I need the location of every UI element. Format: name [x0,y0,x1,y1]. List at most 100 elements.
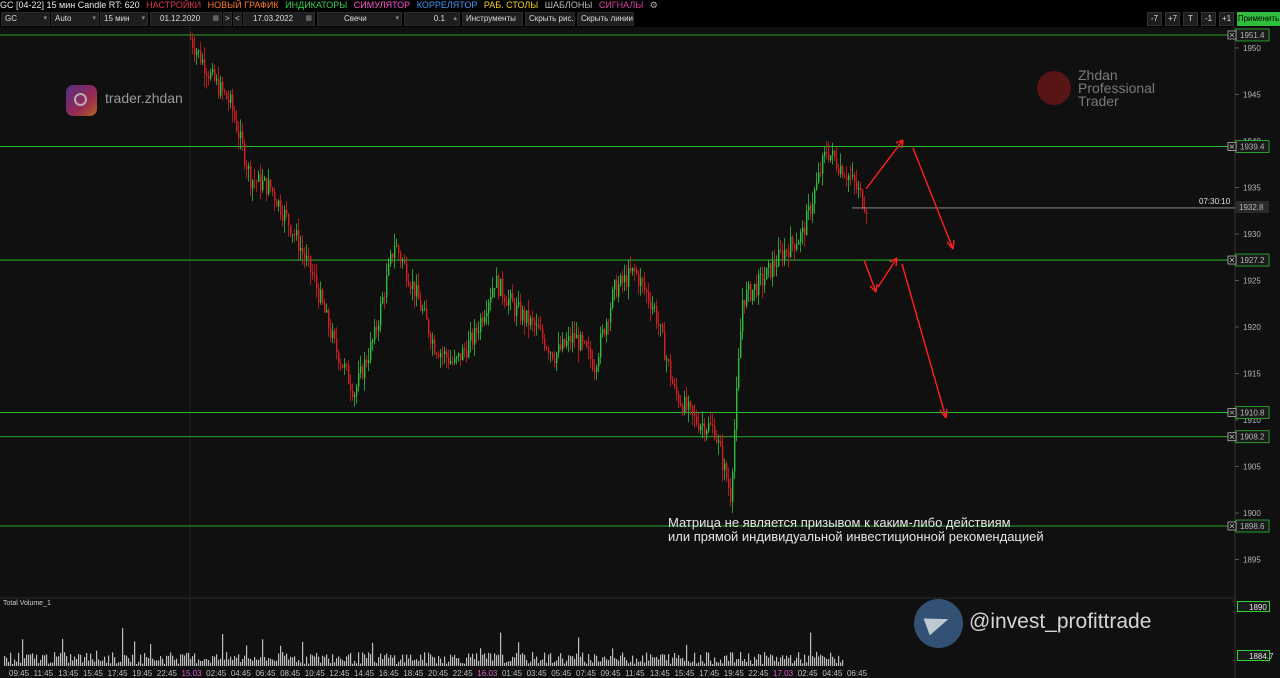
candle-body [352,390,354,398]
gear-icon[interactable]: ⚙ [650,0,658,11]
candle-body [490,296,492,303]
instrument-select[interactable]: GC ▾ [1,12,50,26]
volume-bar [200,660,202,666]
candle-body [642,278,644,283]
candle-body [660,324,662,326]
tools-button[interactable]: Инструменты [462,12,523,26]
volume-bar [708,652,710,666]
candle-body [556,352,558,364]
apply-button[interactable]: Применить [1237,12,1280,26]
candle-body [652,306,654,310]
volume-bar [646,652,648,666]
volume-bar [656,656,658,666]
scale-select[interactable]: Auto ▾ [51,12,99,26]
disclaimer-line-1: Матрица не является призывом к каким-либ… [668,515,1011,530]
level-label: 1951.4 [1240,31,1265,40]
volume-bar [676,658,678,666]
today-button[interactable]: T [1183,12,1198,26]
candle-body [266,177,268,195]
volume-bar [458,658,460,666]
volume-bar [804,654,806,666]
volume-bar [658,659,660,666]
volume-bar [810,632,812,666]
volume-bar [54,652,56,666]
volume-bar [724,655,726,666]
volume-bar [390,654,392,666]
candle-body [362,366,364,379]
volume-bar [22,639,24,666]
timeframe-select[interactable]: 15 мин ▾ [100,12,148,26]
volume-bar [74,656,76,666]
hide-drawings-button[interactable]: Скрыть рис. [525,12,575,26]
candle-body [340,363,342,365]
menu-signals[interactable]: СИГНАЛЫ [599,0,643,11]
volume-bar [832,656,834,666]
volume-bar [556,660,558,666]
date-from-value: 01.12.2020 [160,14,201,23]
volume-bar [398,661,400,666]
volume-bar [318,656,320,666]
volume-bar [672,657,674,666]
volume-bar [262,639,264,666]
candle-body [692,405,694,414]
volume-bar [474,659,476,666]
volume-bar [722,663,724,666]
shift-plus1-button[interactable]: +1 [1219,12,1234,26]
candle-body [782,250,784,260]
y-tick-label: 1900 [1243,509,1261,518]
candle-body [486,312,488,317]
volume-bar [76,658,78,666]
menu-settings[interactable]: НАСТРОЙКИ [146,0,201,11]
date-from-field[interactable]: 01.12.2020 ▦ [150,12,222,26]
menu-templates[interactable]: ШАБЛОНЫ [545,0,593,11]
step-field[interactable]: 0.1 ▴ [404,12,460,26]
volume-bar [156,660,158,666]
volume-bar [814,657,816,666]
menu-correlator[interactable]: КОРРЕЛЯТОР [417,0,478,11]
candle-body [258,173,260,182]
hide-lines-button[interactable]: Скрыть линии [577,12,634,26]
volume-bar [536,656,538,666]
level-label: 1898.6 [1240,522,1265,531]
date-forward-button[interactable]: > [223,12,232,26]
volume-bar [594,654,596,666]
candle-body [518,302,520,305]
candle-body [736,387,738,430]
volume-bar [250,658,252,666]
menu-indicators[interactable]: ИНДИКАТОРЫ [285,0,347,11]
volume-level-label-2: 1884.7 [1237,650,1273,661]
candle-body [322,289,324,303]
candle-body [590,348,592,360]
candle-body [592,359,594,370]
candle-body [730,487,732,502]
volume-bar [674,652,676,666]
candle-body [356,386,358,396]
candle-body [786,249,788,252]
candle-body [312,272,314,275]
menu-simulator[interactable]: СИМУЛЯТОР [354,0,410,11]
volume-bar [766,655,768,666]
candle-body [448,357,450,364]
volume-bar [356,663,358,666]
menu-new-chart[interactable]: НОВЫЙ ГРАФИК [208,0,279,11]
volume-bar [600,661,602,666]
candle-body [460,353,462,361]
youtube-channel-name: Zhdan Professional Trader [1078,68,1188,108]
shift-plus7-button[interactable]: +7 [1165,12,1180,26]
candle-body [450,361,452,364]
date-back-button[interactable]: < [233,12,242,26]
volume-bar [10,652,12,666]
price-chart[interactable]: 1950194519401935193019251920191519101905… [0,27,1280,678]
candle-body [194,47,196,55]
candle-body [790,236,792,258]
volume-bar [746,661,748,666]
volume-bar [182,654,184,666]
shift-minus7-button[interactable]: -7 [1147,12,1162,26]
menu-workspaces[interactable]: РАБ. СТОЛЫ [484,0,538,11]
chart-type-select[interactable]: Свечи ▾ [317,12,402,26]
candle-body [364,359,366,379]
shift-minus1-button[interactable]: -1 [1201,12,1216,26]
candle-body [514,302,516,316]
date-to-field[interactable]: 17.03.2022 ▦ [243,12,315,26]
volume-bar [426,663,428,666]
